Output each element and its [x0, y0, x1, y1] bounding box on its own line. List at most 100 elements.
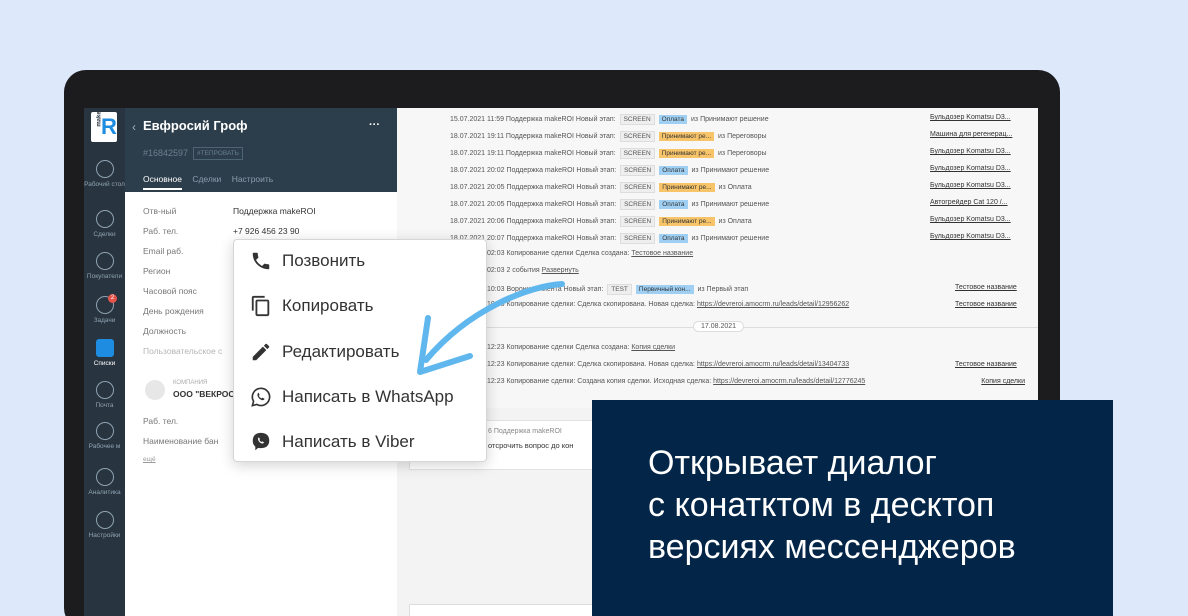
company-name[interactable]: ООО "ВЕКРОС	[173, 389, 235, 399]
viber-icon	[252, 432, 270, 451]
mail-icon	[95, 381, 114, 399]
nav-item-dashboard[interactable]: Рабочий стол	[84, 160, 125, 188]
promo-banner: Открывает диалог с конатктом в десктоп в…	[592, 400, 1113, 616]
nav-item-analytics[interactable]: Аналитика	[84, 468, 125, 496]
contact-id: #16842597	[143, 148, 189, 158]
nav-item-settings[interactable]: Настройки	[84, 511, 125, 539]
deal-link[interactable]: Бульдозер Komatsu D3...	[930, 148, 1022, 155]
feed-row: 18.07.2021 20:05 Поддержка makeROI Новый…	[450, 199, 770, 210]
expand-link[interactable]: Развернуть	[542, 267, 579, 274]
promo-line: версиях мессенджеров	[648, 528, 1016, 566]
feed-row: 15.07.2021 11:59 Поддержка makeROI Новый…	[450, 114, 769, 125]
dashboard-icon	[95, 160, 114, 178]
nav-item-label: Настройки	[88, 532, 121, 539]
promo-line: Открывает диалог	[648, 444, 937, 482]
nav-item-label: Списки	[93, 360, 116, 367]
promo-line: с конатктом в десктоп	[648, 486, 995, 524]
nav-item-customers[interactable]: Покупатели	[84, 252, 125, 280]
feed-link[interactable]: Тестовое название	[631, 250, 693, 257]
menu-item-label: Написать в Viber	[282, 432, 415, 451]
field-value-owner[interactable]: Поддержка makeROI	[233, 206, 316, 216]
deal-link[interactable]: Бульдозер Komatsu D3...	[930, 165, 1022, 172]
back-icon[interactable]: ‹	[132, 120, 136, 134]
analytics-icon	[95, 468, 114, 486]
menu-item-viber[interactable]: Написать в Viber	[250, 430, 415, 454]
menu-item-whatsapp[interactable]: Написать в WhatsApp	[250, 385, 454, 409]
menu-item-edit[interactable]: Редактировать	[250, 340, 399, 364]
pencil-icon	[252, 343, 270, 361]
deal-link[interactable]: Тестовое название	[955, 301, 1025, 308]
customers-icon	[95, 252, 114, 270]
deal-link[interactable]: Бульдозер Komatsu D3...	[930, 233, 1022, 240]
tab-configure[interactable]: Настроить	[232, 174, 274, 184]
field-label: Регион	[143, 266, 171, 276]
feed-row: 02:03 2 события Развернуть	[487, 267, 579, 274]
feed-link[interactable]: https://devreroi.amocrm.ru/leads/detail/…	[697, 301, 849, 308]
more-menu-icon[interactable]: ···	[369, 119, 380, 131]
deal-link[interactable]: Бульдозер Komatsu D3...	[930, 114, 1022, 121]
nav-item-mail[interactable]: Почта	[84, 381, 125, 409]
compose-label: 6 Поддержка makeROI	[488, 428, 562, 435]
feed-row: 18.07.2021 20:06 Поддержка makeROI Новый…	[450, 216, 752, 227]
feed-link[interactable]: https://devreroi.amocrm.ru/leads/detail/…	[713, 378, 865, 385]
feed-row: 18.07.2021 19:11 Поддержка makeROI Новый…	[450, 131, 767, 142]
feed-row: 18.07.2021 19:11 Поддержка makeROI Новый…	[450, 148, 767, 159]
menu-item-copy[interactable]: Копировать	[250, 294, 374, 318]
menu-item-label: Редактировать	[282, 342, 400, 361]
whatsapp-icon	[251, 387, 271, 407]
company-label: КОМПАНИЯ	[173, 380, 208, 386]
menu-item-call[interactable]: Позвонить	[250, 249, 365, 273]
list-icon	[95, 339, 114, 357]
nav-item-workspace[interactable]: Рабочее м	[84, 422, 125, 450]
card-tabs: Основное Сделки Настроить	[143, 174, 281, 190]
deal-link[interactable]: Бульдозер Komatsu D3...	[930, 216, 1022, 223]
left-nav: make R Рабочий стол Сделки Покупатели 2 З…	[84, 108, 125, 616]
nav-item-lists[interactable]: Списки	[84, 339, 125, 367]
pointer-arrow	[417, 281, 565, 375]
company-avatar	[145, 380, 165, 400]
deal-link[interactable]: Тестовое название	[955, 284, 1025, 291]
contact-tag[interactable]: #ТЕПРОВАТЬ	[193, 147, 244, 160]
nav-item-label: Аналитика	[88, 489, 121, 496]
contact-card-header: ‹ Евфросий Гроф ··· #16842597 #ТЕПРОВАТЬ…	[125, 108, 397, 192]
contact-name[interactable]: Евфросий Гроф	[143, 118, 248, 133]
menu-item-label: Копировать	[282, 296, 374, 315]
date-divider: 17.08.2021	[693, 321, 745, 332]
promo-text: Открывает диалог с конатктом в десктоп в…	[648, 442, 1016, 568]
tab-main[interactable]: Основное	[143, 174, 182, 190]
field-label: Должность	[143, 326, 187, 336]
tasks-badge: 2	[108, 294, 117, 303]
nav-item-label: Почта	[95, 402, 114, 409]
tab-deals[interactable]: Сделки	[192, 174, 221, 184]
copy-icon	[251, 295, 270, 317]
field-label: День рождения	[143, 306, 204, 316]
feed-row: 18.07.2021 20:02 Поддержка makeROI Новый…	[450, 165, 770, 176]
deal-link[interactable]: Тестовое название	[955, 361, 1025, 368]
feed-link[interactable]: https://devreroi.amocrm.ru/leads/detail/…	[697, 361, 849, 368]
field-label: Пользовательское с	[143, 346, 223, 356]
phone-icon	[252, 252, 270, 270]
compose-text[interactable]: отсрочить вопрос до кон	[488, 441, 573, 450]
deal-link[interactable]: Бульдозер Komatsu D3...	[930, 182, 1022, 189]
deal-link[interactable]: Копия сделки	[967, 378, 1025, 385]
feed-row: 02:03 Копирование сделки Сделка создана:…	[487, 250, 694, 257]
app-logo[interactable]: make R	[91, 111, 117, 142]
field-label: Раб. тел.	[143, 226, 179, 236]
menu-item-label: Написать в WhatsApp	[282, 387, 454, 406]
nav-item-label: Сделки	[93, 231, 116, 238]
deal-link[interactable]: Автогрейдер Cat 120 /...	[930, 199, 1022, 206]
feed-row: 18.07.2021 20:05 Поддержка makeROI Новый…	[450, 182, 752, 193]
nav-item-tasks[interactable]: 2 Задачи	[84, 294, 125, 324]
field-value-phone[interactable]: +7 926 456 23 90	[233, 226, 299, 236]
more-link[interactable]: ещё	[143, 456, 156, 463]
field-label: Часовой пояс	[143, 286, 197, 296]
field-label: Email раб.	[143, 246, 184, 256]
feed-link[interactable]: Копия сделки	[631, 344, 675, 351]
wrench-icon	[95, 511, 114, 529]
menu-item-label: Позвонить	[282, 251, 366, 270]
deal-link[interactable]: Машина для регенерац...	[930, 131, 1022, 138]
nav-item-label: Задачи	[93, 317, 116, 324]
nav-item-deals[interactable]: Сделки	[84, 210, 125, 238]
dollar-icon	[95, 210, 114, 228]
field-label: Наименование бан	[143, 436, 219, 446]
